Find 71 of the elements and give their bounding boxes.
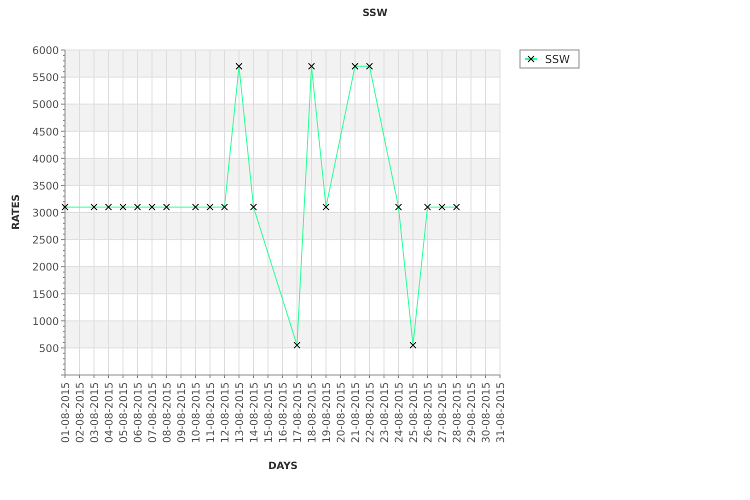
data-point: [221, 204, 228, 211]
data-point: [453, 204, 460, 211]
x-tick-label: 13-08-2015: [234, 382, 246, 444]
y-tick-label: 5500: [32, 72, 59, 84]
x-tick-label: 16-08-2015: [278, 382, 290, 444]
x-tick-label: 02-08-2015: [74, 382, 86, 444]
x-tick-label: 29-08-2015: [466, 382, 478, 444]
x-axis-title: DAYS: [268, 461, 298, 472]
data-point: [294, 342, 300, 349]
chart-title: SSW: [362, 8, 388, 19]
data-point: [366, 62, 373, 70]
data-point: [395, 204, 402, 211]
x-tick-label: 05-08-2015: [118, 382, 130, 444]
x-tick-label: 14-08-2015: [248, 382, 260, 444]
x-tick-label: 20-08-2015: [336, 382, 348, 444]
x-tick-label: 26-08-2015: [422, 382, 434, 444]
x-tick-label: 12-08-2015: [220, 382, 232, 444]
x-tick-label: 18-08-2015: [306, 382, 318, 444]
x-tick-label: 15-08-2015: [263, 382, 275, 444]
y-tick-label: 500: [38, 342, 59, 355]
legend-marker-icon: [525, 56, 537, 62]
data-point: [134, 204, 141, 211]
x-tick-label: 09-08-2015: [176, 382, 188, 444]
x-tick-label: 30-08-2015: [480, 382, 492, 444]
legend-label: SSW: [545, 53, 570, 66]
x-tick-label: 11-08-2015: [205, 382, 217, 444]
x-tick-label: 28-08-2015: [452, 382, 464, 444]
x-tick-label: 27-08-2015: [437, 382, 449, 444]
data-point: [163, 204, 170, 211]
data-point: [250, 204, 257, 211]
data-point: [352, 62, 358, 70]
y-tick-label: 3000: [32, 208, 59, 220]
data-point: [120, 204, 126, 211]
x-tick-label: 21-08-2015: [350, 382, 362, 444]
data-point: [206, 204, 214, 211]
y-tick-label: 5000: [32, 99, 59, 112]
y-tick-label: 1000: [32, 316, 59, 328]
y-tick-label: 2000: [32, 262, 59, 274]
data-point: [308, 62, 315, 70]
legend-box: [520, 50, 580, 68]
x-tick-label: 10-08-2015: [190, 382, 202, 444]
data-point: [90, 204, 98, 211]
data-point: [424, 204, 431, 211]
data-point: [322, 204, 330, 211]
x-tick-label: 04-08-2015: [104, 382, 116, 444]
x-tick-label: 24-08-2015: [394, 382, 406, 444]
x-tick-label: 03-08-2015: [89, 382, 101, 444]
data-point: [192, 204, 199, 211]
x-tick-label: 23-08-2015: [379, 382, 391, 444]
x-tick-label: 17-08-2015: [292, 382, 304, 444]
data-point: [410, 342, 416, 349]
x-tick-label: 01-08-2015: [60, 382, 72, 444]
x-tick-label: 25-08-2015: [408, 382, 420, 444]
data-point: [105, 204, 112, 211]
x-tick-label: 22-08-2015: [364, 382, 376, 444]
data-point: [438, 204, 446, 211]
x-tick-label: 06-08-2015: [132, 382, 144, 444]
data-point: [236, 62, 242, 70]
x-tick-label: 31-08-2015: [495, 382, 507, 444]
y-tick-label: 2500: [32, 234, 59, 247]
data-point: [148, 204, 156, 211]
x-tick-label: 08-08-2015: [162, 382, 174, 444]
y-tick-label: 3500: [32, 180, 59, 192]
y-tick-label: 4000: [32, 153, 59, 166]
y-tick-label: 6000: [32, 45, 59, 57]
y-axis-title: RATES: [11, 194, 22, 230]
data-point: [62, 204, 68, 211]
x-tick-label: 19-08-2015: [321, 382, 333, 444]
x-tick-label: 07-08-2015: [147, 382, 159, 444]
y-tick-label: 4500: [32, 126, 59, 138]
y-tick-label: 1500: [32, 288, 59, 301]
